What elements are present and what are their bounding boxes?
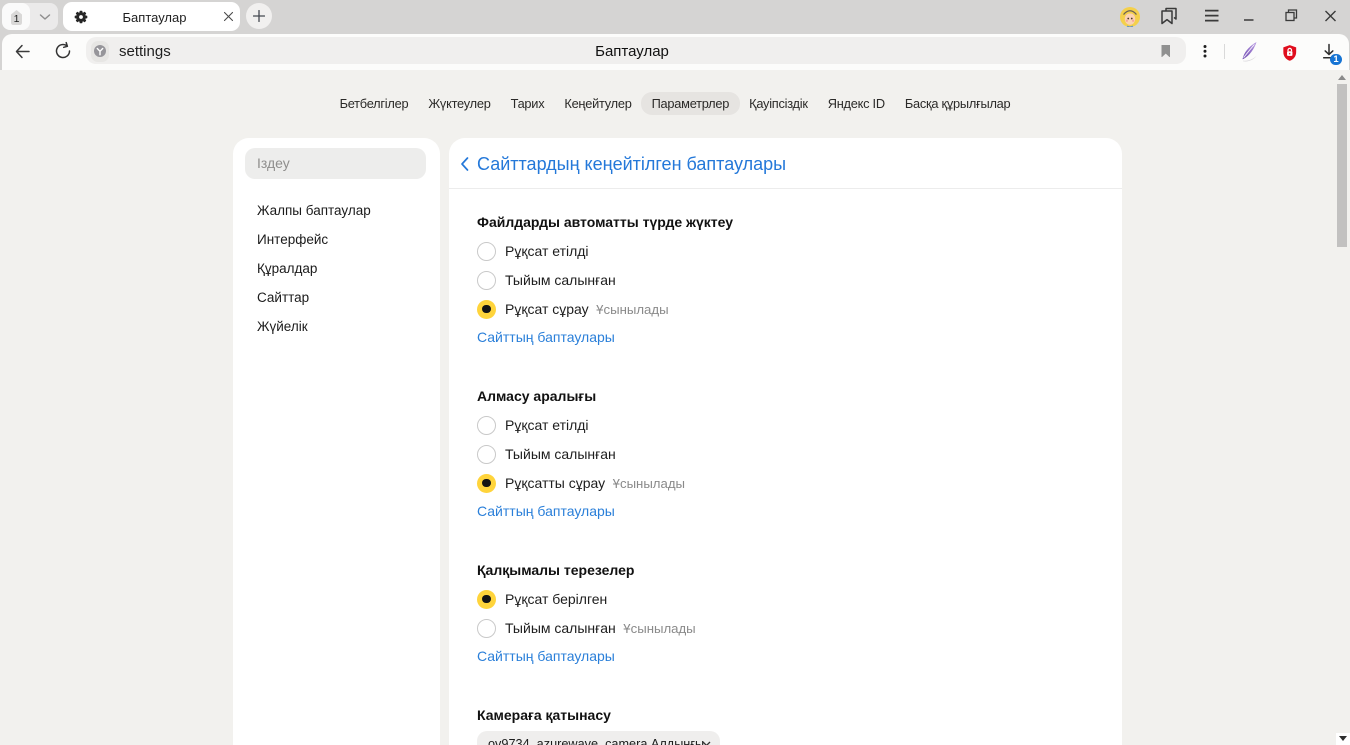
svg-text:1: 1: [13, 13, 19, 25]
